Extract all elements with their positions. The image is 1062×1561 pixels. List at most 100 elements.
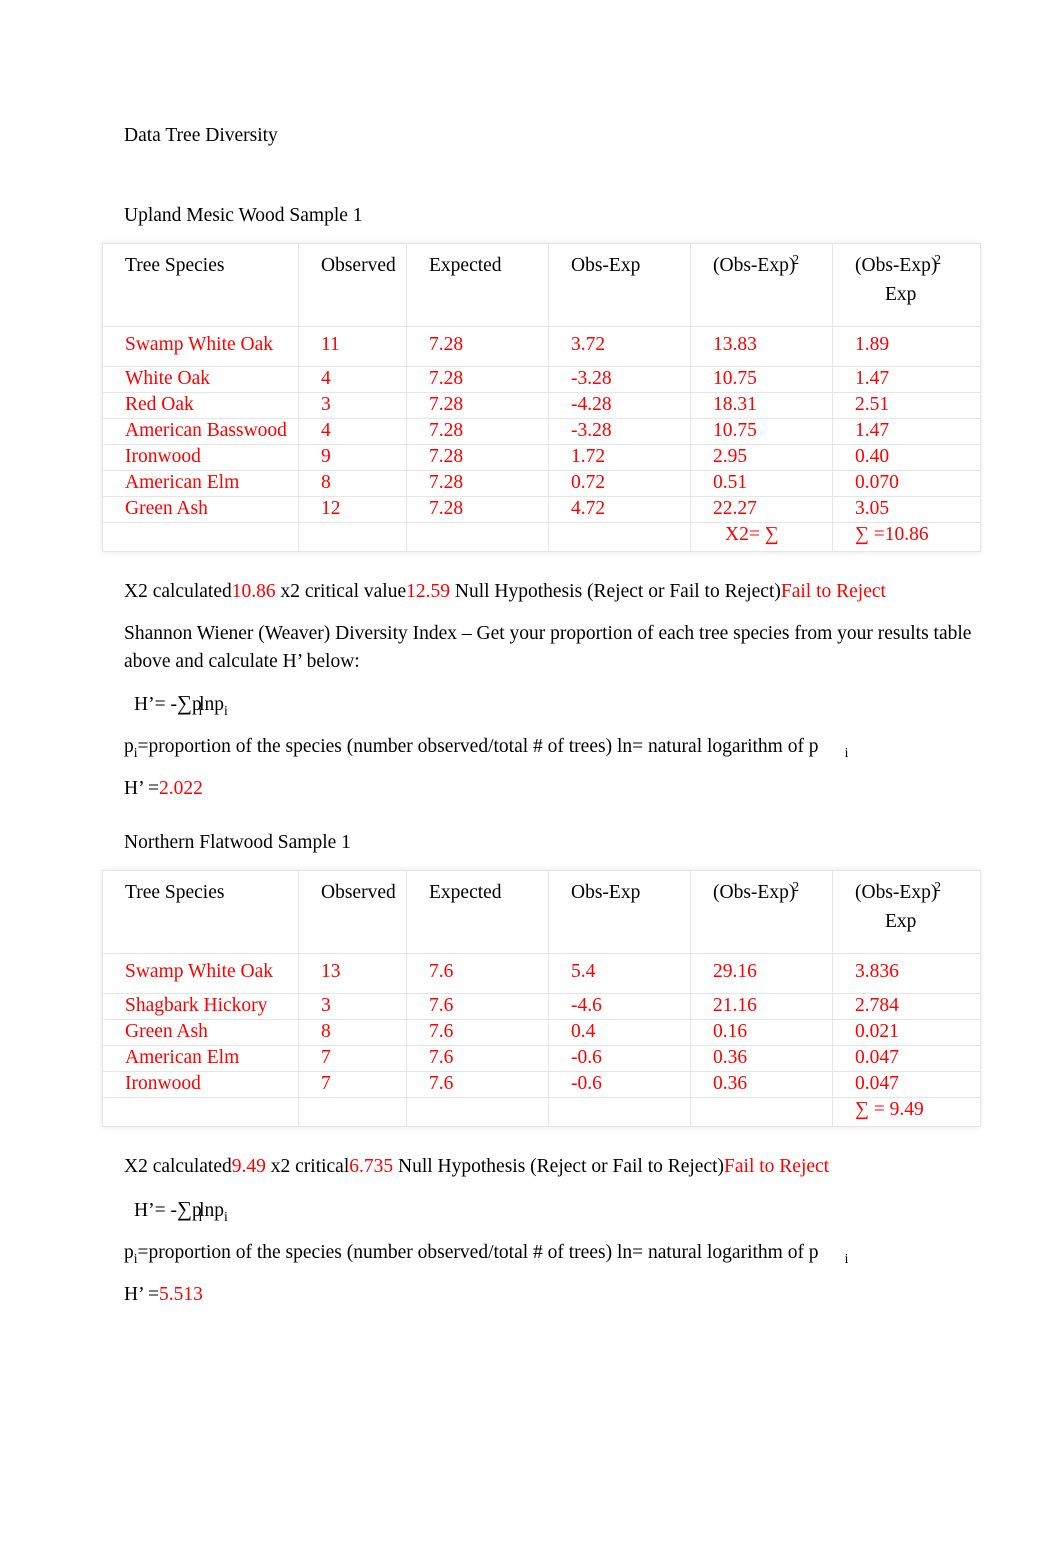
header-obs-exp: Obs-Exp bbox=[548, 870, 691, 955]
cell-obs-exp-squared: 2.95 bbox=[690, 444, 833, 472]
cell-obs-exp: 5.4 bbox=[548, 953, 691, 995]
cell-species: Swamp White Oak bbox=[102, 326, 299, 368]
table-row: Swamp White Oak 11 7.28 3.72 13.83 1.89 bbox=[102, 326, 981, 368]
formula-prefix: H’= - bbox=[134, 694, 177, 716]
cell-obs-exp-squared: 13.83 bbox=[690, 326, 833, 368]
chi-critical-value: 12.59 bbox=[406, 581, 450, 603]
superscript-two: 2 bbox=[792, 878, 799, 894]
chi-calculated-label: X2 calculated bbox=[124, 1156, 232, 1178]
cell-species: Green Ash bbox=[102, 496, 299, 524]
formula-ln: ln bbox=[199, 694, 215, 716]
cell-obs-exp: -3.28 bbox=[548, 418, 691, 446]
header-obs-exp-squared-text: (Obs-Exp) bbox=[713, 255, 796, 277]
header-tree-species: Tree Species bbox=[102, 243, 299, 328]
h-prime-label: H’ = bbox=[124, 1283, 160, 1305]
cell-obs-exp: 4.72 bbox=[548, 496, 691, 524]
cell-observed: 3 bbox=[298, 392, 407, 420]
superscript-two: 2 bbox=[792, 251, 799, 267]
cell-obs-exp: 1.72 bbox=[548, 444, 691, 472]
table-row: American Elm 8 7.28 0.72 0.51 0.070 bbox=[102, 470, 981, 498]
section2-legend: p i =proportion of the species (number obs… bbox=[124, 1239, 980, 1267]
document-page: Data Tree Diversity Upland Mesic Wood Sa… bbox=[0, 0, 1062, 1561]
section1-heading: Upland Mesic Wood Sample 1 bbox=[124, 204, 363, 226]
cell-observed: 4 bbox=[298, 418, 407, 446]
header-tree-species: Tree Species bbox=[102, 870, 299, 955]
formula-p-second: p bbox=[214, 1200, 225, 1222]
cell-obs-exp-squared-over-exp: 0.021 bbox=[832, 1019, 981, 1047]
legend-trailing-sub-i: i bbox=[844, 745, 849, 761]
chi-calculated-label: X2 calculated bbox=[124, 581, 232, 603]
chi-square-label: X2= ∑ bbox=[690, 522, 833, 553]
cell-species: American Elm bbox=[102, 1045, 299, 1073]
cell-expected: 7.28 bbox=[406, 444, 549, 472]
cell-expected: 7.28 bbox=[406, 366, 549, 394]
northern-flatwood-table: Tree Species Observed Expected Obs-Exp (… bbox=[102, 870, 981, 1128]
cell-obs-exp-squared: 21.16 bbox=[690, 993, 833, 1021]
cell-obs-exp-squared: 0.16 bbox=[690, 1019, 833, 1047]
cell-observed: 3 bbox=[298, 993, 407, 1021]
cell-expected: 7.28 bbox=[406, 496, 549, 524]
cell-obs-exp-squared-over-exp: 1.47 bbox=[832, 366, 981, 394]
header-denominator-exp: Exp bbox=[885, 284, 917, 306]
formula-sub-i-second: i bbox=[224, 703, 228, 719]
cell-obs-exp-squared-over-exp: 3.836 bbox=[832, 953, 981, 995]
h-prime-label: H’ = bbox=[124, 778, 160, 800]
cell-obs-exp-squared: 10.75 bbox=[690, 418, 833, 446]
table-row: American Elm 7 7.6 -0.6 0.36 0.047 bbox=[102, 1045, 981, 1073]
cell-species: American Basswood bbox=[102, 418, 299, 446]
null-hypothesis-decision: Fail to Reject bbox=[780, 581, 886, 603]
header-observed: Observed bbox=[298, 243, 407, 328]
cell-observed: 12 bbox=[298, 496, 407, 524]
chi-critical-label: x2 critical value bbox=[275, 581, 407, 603]
cell-obs-exp-squared: 0.36 bbox=[690, 1071, 833, 1099]
cell-obs-exp: -0.6 bbox=[548, 1071, 691, 1099]
cell-observed: 4 bbox=[298, 366, 407, 394]
header-obs-exp-squared-over-exp-text: (Obs-Exp) bbox=[855, 882, 938, 904]
header-denominator-exp: Exp bbox=[885, 911, 917, 933]
cell-obs-exp-squared-over-exp: 0.047 bbox=[832, 1045, 981, 1073]
northern-flatwood-table-wrapper: Tree Species Observed Expected Obs-Exp (… bbox=[102, 870, 981, 1128]
formula-prefix: H’= - bbox=[134, 1200, 177, 1222]
legend-p: p bbox=[124, 736, 134, 758]
header-obs-exp-squared: (Obs-Exp)2 bbox=[690, 870, 833, 955]
section1-shannon-formula: H’= -∑pilnpi bbox=[124, 689, 980, 719]
cell-observed: 11 bbox=[298, 326, 407, 368]
superscript-two: 2 bbox=[934, 878, 941, 894]
null-hypothesis-label: Null Hypothesis (Reject or Fail to Rejec… bbox=[393, 1156, 725, 1178]
table-row: Green Ash 12 7.28 4.72 22.27 3.05 bbox=[102, 496, 981, 524]
table-header-row: Tree Species Observed Expected Obs-Exp (… bbox=[102, 243, 981, 328]
summation-sigma: ∑ bbox=[176, 691, 192, 716]
sum-total-value: ∑ =10.86 bbox=[832, 522, 981, 553]
cell-obs-exp: -0.6 bbox=[548, 1045, 691, 1073]
table-row: Ironwood 9 7.28 1.72 2.95 0.40 bbox=[102, 444, 981, 472]
cell-obs-exp-squared: 29.16 bbox=[690, 953, 833, 995]
cell-observed: 7 bbox=[298, 1045, 407, 1073]
chi-calculated-value: 9.49 bbox=[231, 1156, 266, 1178]
legend-text: =proportion of the species (number obser… bbox=[137, 736, 819, 758]
sum-cell-empty bbox=[298, 1097, 407, 1128]
cell-species: Swamp White Oak bbox=[102, 953, 299, 995]
cell-obs-exp-squared-over-exp: 0.40 bbox=[832, 444, 981, 472]
header-obs-exp: Obs-Exp bbox=[548, 243, 691, 328]
superscript-two: 2 bbox=[934, 251, 941, 267]
header-obs-exp-squared-over-exp: (Obs-Exp)2 Exp bbox=[832, 870, 981, 955]
chi-square-label bbox=[690, 1097, 833, 1128]
formula-ln: ln bbox=[199, 1200, 215, 1222]
sum-cell-empty bbox=[548, 522, 691, 553]
formula-sub-i-second: i bbox=[224, 1208, 228, 1224]
legend-text: =proportion of the species (number obser… bbox=[137, 1242, 819, 1263]
cell-expected: 7.6 bbox=[406, 1019, 549, 1047]
cell-obs-exp: -4.28 bbox=[548, 392, 691, 420]
section1-legend: p i =proportion of the species (number obs… bbox=[124, 733, 980, 761]
northern-flatwood-table-body: Swamp White Oak 13 7.6 5.4 29.16 3.836 S… bbox=[102, 953, 981, 1128]
cell-obs-exp: 0.4 bbox=[548, 1019, 691, 1047]
section1-result-line: X2 calculated10.86 x2 critical value12.5… bbox=[124, 578, 980, 606]
